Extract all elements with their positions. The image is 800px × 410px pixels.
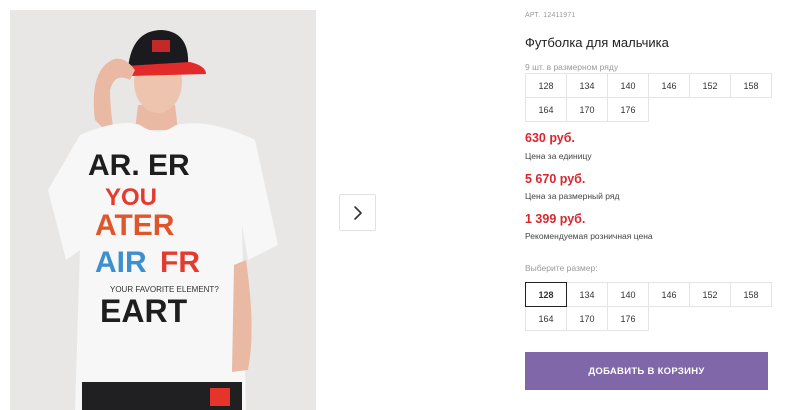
size-option-146[interactable]: 146	[648, 282, 690, 307]
chevron-right-icon	[353, 205, 362, 220]
product-photo[interactable]: AR. ER YOU ATER AIR FR EART YOUR FAVORIT…	[10, 10, 316, 410]
svg-text:ATER: ATER	[95, 209, 175, 242]
size-selector: 128 134 140 146 152 158 164 170 176	[525, 282, 772, 331]
range-size-cell: 152	[689, 73, 731, 98]
choose-size-label: Выберите размер:	[525, 263, 598, 273]
retail-price-note: Рекомендуемая розничная цена	[525, 231, 653, 241]
range-size-cell: 134	[566, 73, 608, 98]
range-size-cell: 128	[525, 73, 567, 98]
product-title: Футболка для мальчика	[525, 35, 669, 50]
range-size-cell: 140	[607, 73, 649, 98]
product-photo-illustration: AR. ER YOU ATER AIR FR EART YOUR FAVORIT…	[10, 10, 316, 410]
size-option-140[interactable]: 140	[607, 282, 649, 307]
size-option-176[interactable]: 176	[607, 306, 649, 331]
size-range-label: 9 шт. в размерном ряду	[525, 62, 619, 72]
size-range-grid: 128 134 140 146 152 158 164 170 176	[525, 73, 772, 122]
size-option-134[interactable]: 134	[566, 282, 608, 307]
range-size-cell: 176	[607, 97, 649, 122]
size-option-158[interactable]: 158	[730, 282, 772, 307]
svg-text:YOU: YOU	[105, 184, 157, 211]
unit-price: 630 руб.	[525, 131, 575, 145]
svg-text:AR. ER: AR. ER	[88, 149, 190, 182]
size-option-128[interactable]: 128	[525, 282, 567, 307]
retail-price: 1 399 руб.	[525, 212, 586, 226]
range-price-note: Цена за размерный ряд	[525, 191, 620, 201]
size-option-164[interactable]: 164	[525, 306, 567, 331]
next-image-button[interactable]	[339, 194, 376, 231]
svg-text:EART: EART	[100, 293, 188, 329]
article-label: АРТ.	[525, 12, 541, 19]
range-price: 5 670 руб.	[525, 172, 586, 186]
product-info: АРТ. 12411971 Футболка для мальчика 9 шт.…	[525, 0, 790, 410]
range-size-cell: 158	[730, 73, 772, 98]
size-option-152[interactable]: 152	[689, 282, 731, 307]
range-size-cell: 146	[648, 73, 690, 98]
svg-text:AIR: AIR	[95, 246, 147, 279]
article-value: 12411971	[543, 12, 576, 19]
svg-text:FR: FR	[160, 246, 200, 279]
product-gallery: AR. ER YOU ATER AIR FR EART YOUR FAVORIT…	[0, 0, 500, 410]
add-to-cart-button[interactable]: ДОБАВИТЬ В КОРЗИНУ	[525, 352, 768, 390]
size-option-170[interactable]: 170	[566, 306, 608, 331]
range-size-cell: 170	[566, 97, 608, 122]
article-number: АРТ. 12411971	[525, 12, 579, 19]
svg-text:YOUR FAVORITE ELEMENT?: YOUR FAVORITE ELEMENT?	[110, 285, 219, 294]
range-size-cell: 164	[525, 97, 567, 122]
unit-price-note: Цена за единицу	[525, 151, 592, 161]
